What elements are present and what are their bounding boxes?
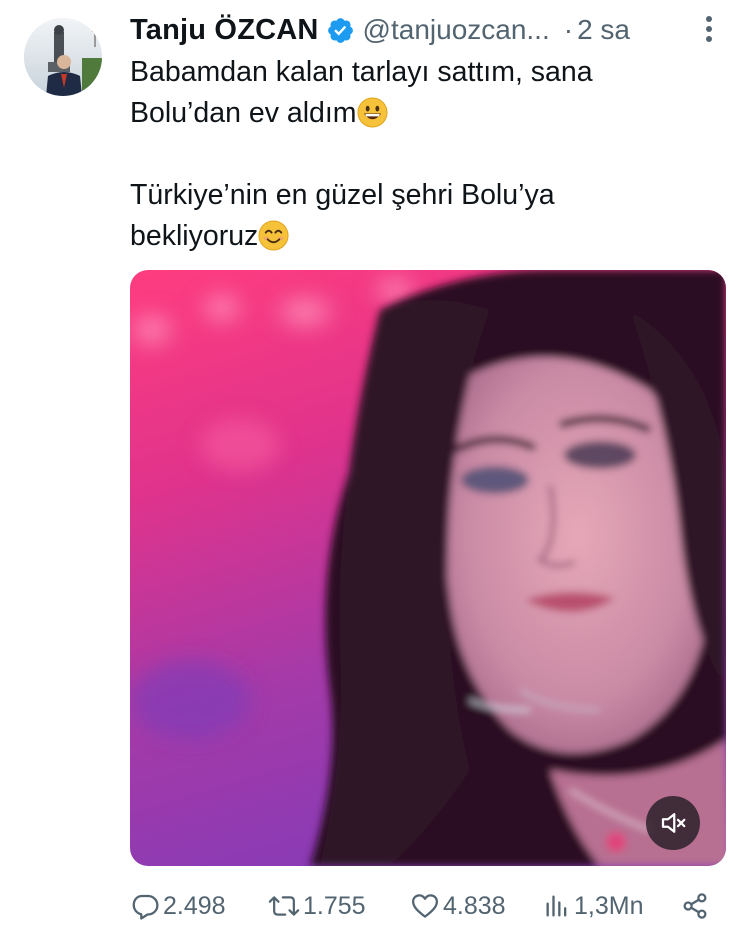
views-button[interactable]: 1,3Mn	[543, 886, 643, 926]
separator: ·	[563, 14, 574, 45]
tweet-line-text: Türkiye’nin en güzel şehri Bolu’ya	[130, 179, 555, 211]
tweet-line: Babamdan kalan tarlayı sattım, sana	[130, 52, 710, 93]
mute-button[interactable]	[646, 796, 700, 850]
avatar[interactable]	[24, 18, 102, 96]
speaker-muted-icon	[661, 813, 686, 833]
more-vertical-icon[interactable]	[700, 14, 718, 44]
video-player[interactable]	[130, 270, 726, 866]
tweet-line-text: Babamdan kalan tarlayı sattım, sana	[130, 56, 593, 88]
view-count: 1,3Mn	[574, 891, 644, 920]
retweet-button[interactable]: 1.755	[268, 886, 366, 926]
speech-bubble-icon	[132, 894, 159, 920]
like-button[interactable]: 4.838	[410, 886, 506, 926]
smiling-face-with-smiling-eyes-emoji	[258, 220, 289, 251]
grinning-face-emoji	[357, 97, 388, 128]
reply-count: 2.498	[163, 891, 226, 920]
share-icon	[683, 893, 707, 919]
verified-badge-icon	[326, 16, 355, 45]
heart-icon	[412, 894, 438, 918]
bar-chart-icon	[546, 895, 567, 917]
timestamp[interactable]: 2 sa	[577, 14, 630, 46]
retweet-icon	[268, 896, 300, 916]
tweet-line: Bolu’dan ev aldım	[130, 93, 710, 134]
tweet-line: bekliyoruz	[130, 216, 710, 257]
tweet[interactable]: Tanju ÖZCAN @tanjuozcan... · 2 sa Babamd…	[0, 0, 750, 945]
tweet-line: Türkiye’nin en güzel şehri Bolu’ya	[130, 175, 710, 216]
action-bar: 2.498 1.755 4.838 1,3Mn	[130, 886, 720, 926]
tweet-line-text: Bolu’dan ev aldım	[130, 97, 357, 129]
reply-button[interactable]: 2.498	[130, 886, 226, 926]
handle[interactable]: @tanjuozcan...	[363, 14, 550, 46]
like-count: 4.838	[443, 891, 506, 920]
display-name[interactable]: Tanju ÖZCAN	[130, 14, 319, 47]
retweet-count: 1.755	[303, 891, 366, 920]
share-button[interactable]	[680, 886, 710, 926]
tweet-line-text: bekliyoruz	[130, 220, 259, 252]
tweet-header: Tanju ÖZCAN @tanjuozcan... · 2 sa	[130, 10, 730, 50]
video-frame	[130, 270, 726, 866]
tweet-text: Babamdan kalan tarlayı sattım, sana Bolu…	[130, 52, 710, 257]
